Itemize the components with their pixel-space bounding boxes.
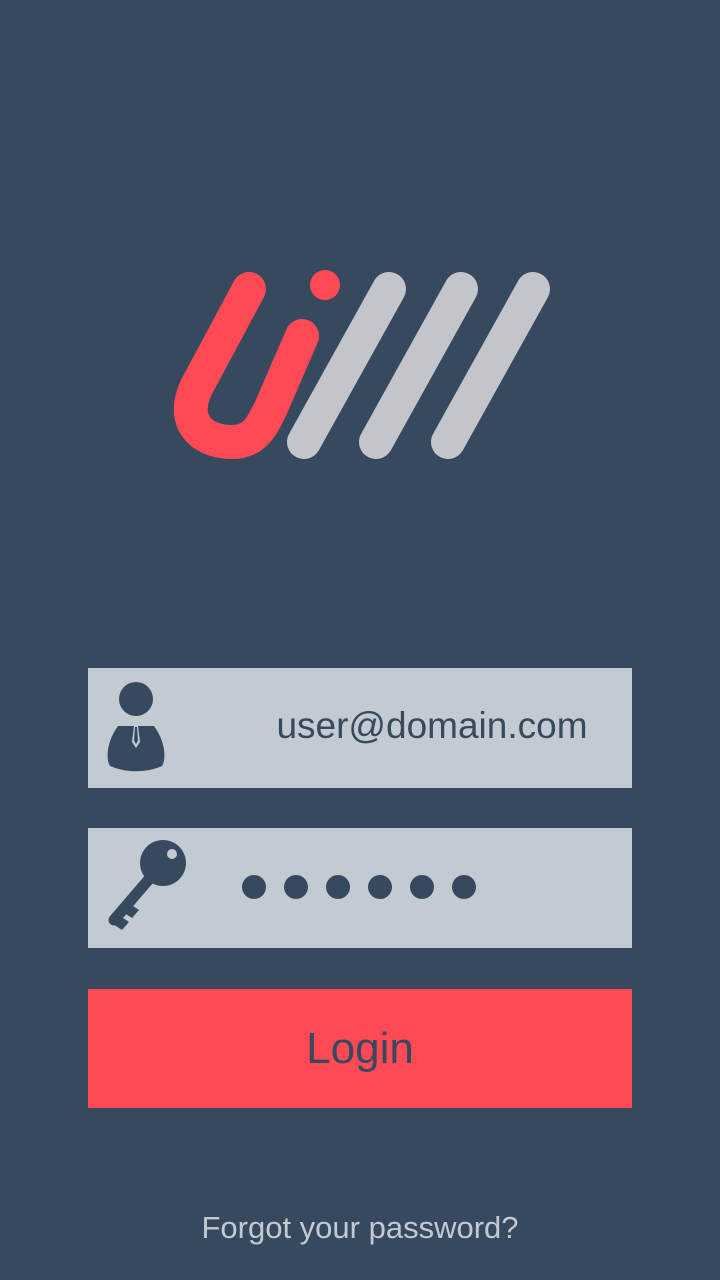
ui-logo-icon [174, 270, 550, 459]
user-icon [107, 682, 165, 772]
login-button[interactable]: Login [88, 989, 632, 1108]
email-field[interactable]: user@domain.com [88, 668, 632, 788]
password-field[interactable]: ●●●●●● [88, 828, 632, 948]
password-mask [242, 875, 476, 899]
logo-stripes [287, 272, 550, 459]
forgot-password-link[interactable]: Forgot your password? [0, 1210, 720, 1246]
email-value: user@domain.com [276, 705, 588, 746]
key-icon [108, 840, 186, 930]
